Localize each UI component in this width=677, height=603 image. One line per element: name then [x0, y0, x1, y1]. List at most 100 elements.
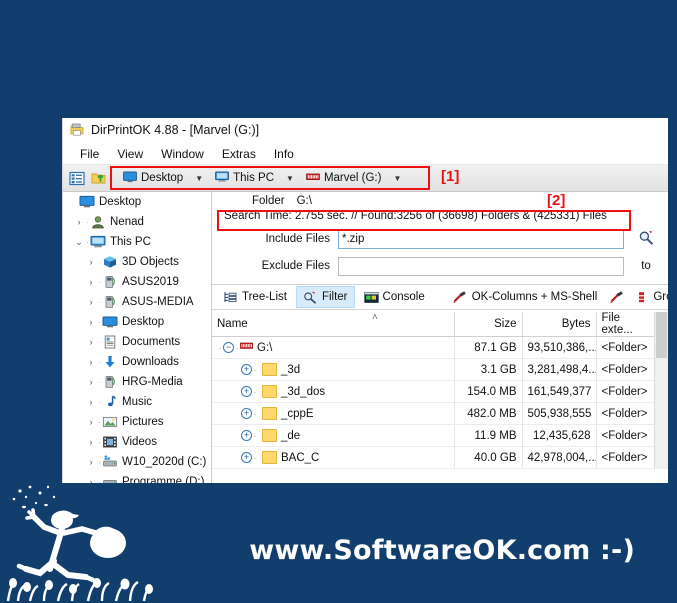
scrollbar-thumb[interactable]: [656, 312, 667, 358]
breadcrumb-thispc-arrow[interactable]: ▼: [279, 174, 301, 183]
tree-expander[interactable]: ›: [85, 257, 97, 267]
row-expander[interactable]: +: [241, 430, 252, 441]
row-expander[interactable]: +: [241, 364, 252, 375]
cell-file-extension: <Folder>: [596, 424, 657, 447]
tree-item-label: ASUS-MEDIA: [122, 296, 194, 308]
tree-item-label: Videos: [122, 436, 157, 448]
tree-item-label: Pictures: [122, 416, 164, 428]
cell-file-extension: <Folder>: [596, 446, 657, 469]
tree-expander[interactable]: ›: [85, 317, 97, 327]
tree-item-w10-c[interactable]: › · W10_2020d (C:): [63, 452, 211, 472]
tree-expander[interactable]: ›: [85, 417, 97, 427]
tree-item-documents[interactable]: › · Documents: [63, 332, 211, 352]
tree-item-asus2019[interactable]: › · ASUS2019: [63, 272, 211, 292]
filter-search-button[interactable]: [624, 230, 668, 249]
download-icon: [102, 355, 118, 369]
table-row[interactable]: · − · G:\ 87.1 GB 93,510,386,... <Folder…: [212, 336, 657, 359]
tree-item-videos[interactable]: › · Videos: [63, 432, 211, 452]
music-icon: [102, 395, 118, 409]
cell-name: · − · G:\: [212, 336, 455, 359]
tree-item-desktop[interactable]: Desktop: [63, 192, 211, 212]
cell-name-label: BAC_C: [281, 451, 320, 464]
tree-expander[interactable]: ›: [85, 437, 97, 447]
row-expander[interactable]: +: [241, 452, 252, 463]
menu-item-extras[interactable]: Extras: [213, 146, 265, 162]
tree-item-3d-objects[interactable]: › · 3D Objects: [63, 252, 211, 272]
breadcrumb-desktop[interactable]: Desktop: [118, 168, 188, 188]
tree-item-desktop-2[interactable]: › · Desktop: [63, 312, 211, 332]
tree-item-pictures[interactable]: › · Pictures: [63, 412, 211, 432]
include-files-input[interactable]: *.zip: [338, 229, 624, 249]
breadcrumb-bar[interactable]: Desktop ▼ This PC ▼ Marvel (G:) ▼: [118, 167, 408, 189]
cell-bytes: 3,281,498,4...: [522, 358, 597, 381]
open-folder-up-icon[interactable]: [90, 170, 108, 187]
menu-item-window[interactable]: Window: [152, 146, 213, 162]
cell-bytes: 93,510,386,...: [522, 336, 597, 359]
tree-dot: ·: [253, 430, 257, 441]
table-row[interactable]: + · BAC_C 40.0 GB 42,978,004,... <Folder…: [212, 446, 657, 469]
tree-item-this-pc[interactable]: ⌄ · This PC: [63, 232, 211, 252]
tree-expander[interactable]: ›: [85, 377, 97, 387]
tree-expander[interactable]: ›: [85, 337, 97, 347]
breadcrumb-marvel-arrow[interactable]: ▼: [386, 174, 408, 183]
tree-item-programme-d[interactable]: › · Programme (D:): [63, 472, 211, 483]
table-row[interactable]: + · _de 11.9 MB 12,435,628 <Folder>: [212, 424, 657, 447]
table-row[interactable]: + · _3d_dos 154.0 MB 161,549,377 <Folder…: [212, 380, 657, 403]
folder-icon: [262, 451, 277, 464]
cell-bytes: 161,549,377: [522, 380, 597, 403]
tree-item-label: Documents: [122, 336, 181, 348]
tree-expander[interactable]: ›: [85, 277, 97, 287]
list-view-icon[interactable]: [68, 170, 86, 187]
breadcrumb-desktop-label: Desktop: [141, 172, 184, 184]
row-expander[interactable]: +: [241, 408, 252, 419]
tab-ok-columns-ms-shell[interactable]: OK-Columns + MS-Shell: [446, 286, 605, 308]
menu-item-view[interactable]: View: [108, 146, 152, 162]
tree-dot: ·: [253, 408, 257, 419]
column-header-size[interactable]: Size: [454, 312, 523, 337]
tree-item-nenad[interactable]: › · Nenad: [63, 212, 211, 232]
tree-expander[interactable]: ›: [85, 397, 97, 407]
cell-file-extension: <Folder>: [596, 380, 657, 403]
breadcrumb-thispc[interactable]: This PC: [210, 168, 279, 188]
tab-ok-columns-label: OK-Columns + MS-Shell: [471, 291, 598, 303]
menu-item-file[interactable]: File: [71, 146, 108, 162]
cell-name-label: G:\: [257, 341, 273, 354]
column-header-bytes[interactable]: Bytes: [522, 312, 597, 337]
results-vertical-scrollbar[interactable]: [654, 312, 668, 469]
column-header-file-extension[interactable]: File exte...: [596, 312, 657, 337]
table-row[interactable]: + · _3d 3.1 GB 3,281,498,4... <Folder>: [212, 358, 657, 381]
tree-item-asus-media[interactable]: › · ASUS-MEDIA: [63, 292, 211, 312]
magnifier-icon: [638, 230, 655, 249]
row-expander[interactable]: −: [223, 342, 234, 353]
folder-tree-pane[interactable]: Desktop › · Nenad ⌄ · This PC › · 3D Obj…: [63, 192, 212, 483]
tab-filter[interactable]: Filter: [295, 286, 355, 308]
tree-item-downloads[interactable]: › · Downloads: [63, 352, 211, 372]
menu-item-info[interactable]: Info: [265, 146, 303, 162]
tab-grouping-label: Grouping: [653, 291, 668, 303]
tree-expander[interactable]: ›: [85, 297, 97, 307]
hammer-icon[interactable]: [610, 290, 625, 304]
sort-indicator[interactable]: ˄: [372, 312, 378, 323]
tree-expander[interactable]: ⌄: [73, 237, 85, 248]
tree-item-music[interactable]: › · Music: [63, 392, 211, 412]
breadcrumb-desktop-arrow[interactable]: ▼: [188, 174, 210, 183]
exclude-files-input[interactable]: [338, 256, 624, 276]
column-header-name[interactable]: Name: [212, 312, 455, 337]
table-row[interactable]: + · _cppE 482.0 MB 505,938,555 <Folder>: [212, 402, 657, 425]
tab-tree-list[interactable]: Tree-List: [216, 286, 294, 308]
breadcrumb-marvel[interactable]: Marvel (G:): [301, 168, 387, 188]
folder-value: G:\: [296, 195, 312, 207]
tree-expander[interactable]: ›: [73, 217, 85, 227]
tab-console[interactable]: Console: [357, 286, 432, 308]
tree-item-hrg-media[interactable]: › · HRG-Media: [63, 372, 211, 392]
picture-icon: [102, 415, 118, 429]
cell-bytes: 42,978,004,...: [522, 446, 597, 469]
tab-grouping[interactable]: Grouping: [627, 286, 668, 308]
monitor-icon: [79, 195, 95, 209]
device-icon: [102, 295, 118, 309]
tree-expander[interactable]: ›: [85, 457, 97, 467]
row-expander[interactable]: +: [241, 386, 252, 397]
dirprintok-window: DirPrintOK 4.88 - [Marvel (G:)] File Vie…: [62, 118, 668, 483]
tree-expander[interactable]: ›: [85, 357, 97, 367]
filter-and-results-pane: Folder G:\ Search Time: 2.755 sec. // Fo…: [212, 192, 668, 483]
